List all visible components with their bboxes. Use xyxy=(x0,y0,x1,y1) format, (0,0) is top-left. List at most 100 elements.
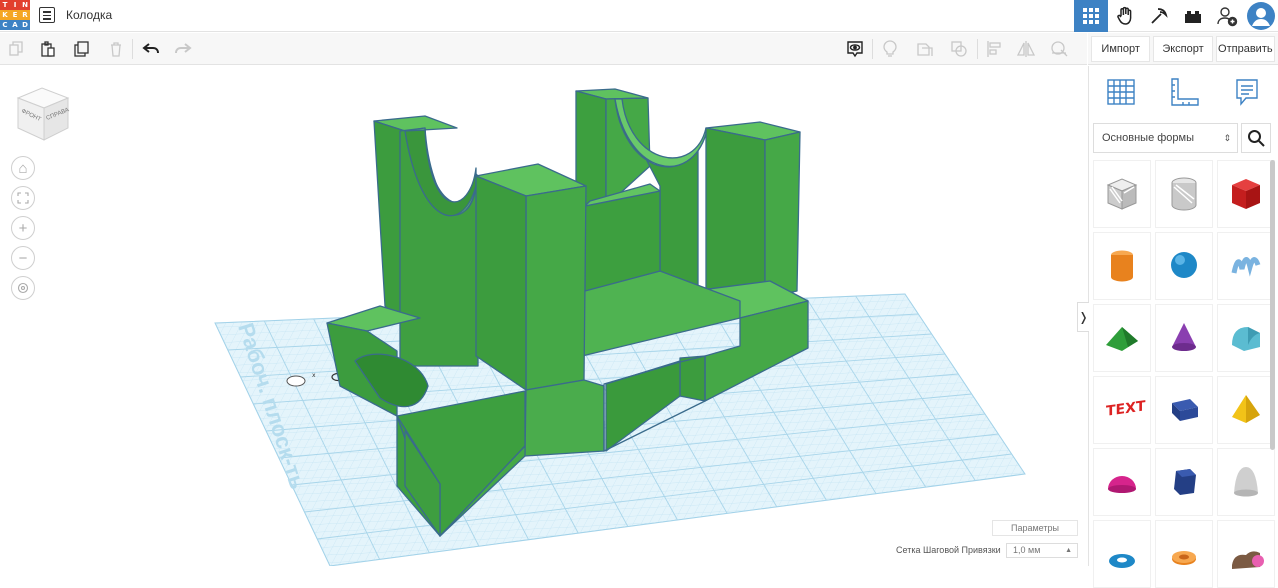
fit-view-icon[interactable] xyxy=(11,186,35,210)
logo-letter: K xyxy=(0,10,10,20)
toolbar-divider xyxy=(872,39,873,59)
roof-icon xyxy=(1106,327,1138,351)
parameters-button[interactable]: Параметры xyxy=(992,520,1078,536)
snap-marker-icon[interactable] xyxy=(286,375,306,387)
3d-viewport[interactable]: Рабоч. плоск-ть x ФРОНТ СПРАВА ⌂ + − Пар… xyxy=(0,66,1087,566)
logo-letter: R xyxy=(20,10,30,20)
undo-icon[interactable] xyxy=(139,37,163,61)
pyramid-icon xyxy=(1232,395,1260,423)
show-hide-icon[interactable] xyxy=(843,37,867,61)
shape-text[interactable]: TEXT xyxy=(1093,376,1151,444)
home-view-icon[interactable]: ⌂ xyxy=(11,156,35,180)
shape-tube[interactable] xyxy=(1155,520,1213,588)
tube-icon xyxy=(1172,551,1196,565)
delete-icon[interactable] xyxy=(104,37,128,61)
chevron-down-icon: ▲ xyxy=(1065,547,1072,554)
box-icon xyxy=(1232,179,1260,209)
chevron-updown-icon: ⇕ xyxy=(1223,133,1231,143)
shape-cylinder-hole[interactable] xyxy=(1155,160,1213,228)
round-roof-icon xyxy=(1232,327,1260,351)
export-button[interactable]: Экспорт xyxy=(1153,36,1213,62)
file-actions: Импорт Экспорт Отправить xyxy=(1088,33,1278,65)
box-hole-icon xyxy=(1106,178,1138,210)
shape-torus[interactable] xyxy=(1093,520,1151,588)
shape-generator-icon xyxy=(1232,551,1264,569)
ruler-icon[interactable] xyxy=(1152,66,1215,118)
shapes-panel: Основные формы ⇕ TEXT xyxy=(1088,66,1278,588)
sphere-icon xyxy=(1171,252,1197,278)
view-cube[interactable]: ФРОНТ СПРАВА xyxy=(10,82,74,146)
shape-box-hole[interactable] xyxy=(1093,160,1151,228)
edit-toolbar xyxy=(0,33,1087,65)
snap-grid-label: Сетка Шаговой Привязки xyxy=(896,545,1001,555)
workplane-scene[interactable]: Рабоч. плоск-ть x xyxy=(0,66,1087,566)
shape-cylinder[interactable] xyxy=(1093,232,1151,300)
shape-half-sphere[interactable] xyxy=(1093,448,1151,516)
toolbar-divider xyxy=(132,39,133,59)
shape-category-value: Основные формы xyxy=(1102,132,1195,144)
svg-text:TEXT: TEXT xyxy=(1106,398,1146,420)
logo-letter: I xyxy=(10,0,20,10)
grid-view-icon[interactable] xyxy=(1074,0,1108,32)
profile-avatar[interactable] xyxy=(1244,0,1278,32)
shape-sphere[interactable] xyxy=(1155,232,1213,300)
zoom-out-icon[interactable]: − xyxy=(11,246,35,270)
shape-pyramid[interactable] xyxy=(1217,376,1275,444)
align-icon[interactable] xyxy=(983,37,1007,61)
logo-letter: C xyxy=(0,20,10,30)
shape-box[interactable] xyxy=(1217,160,1275,228)
mirror-icon[interactable] xyxy=(1014,37,1038,61)
shape-shape-generator[interactable] xyxy=(1217,520,1275,588)
workplane-grid-icon[interactable] xyxy=(1089,66,1152,118)
import-button[interactable]: Импорт xyxy=(1091,36,1151,62)
design-list-icon[interactable] xyxy=(39,7,55,23)
redo-icon[interactable] xyxy=(171,37,195,61)
logo-letter: T xyxy=(0,0,10,10)
panel-collapse-handle[interactable]: ❭ xyxy=(1077,302,1089,332)
scribble-icon xyxy=(1231,257,1261,277)
ungroup-icon[interactable] xyxy=(947,37,971,61)
document-title[interactable]: Колодка xyxy=(66,8,112,22)
toolbar-divider xyxy=(977,39,978,59)
workplane-icon[interactable] xyxy=(1047,37,1071,61)
cylinder-icon xyxy=(1111,250,1133,282)
bricks-icon[interactable] xyxy=(1176,0,1210,32)
shape-round-roof[interactable] xyxy=(1217,304,1275,372)
shape-category-select[interactable]: Основные формы ⇕ xyxy=(1093,123,1238,153)
cylinder-hole-icon xyxy=(1171,177,1197,211)
duplicate-icon[interactable] xyxy=(70,37,94,61)
shape-paraboloid[interactable] xyxy=(1217,448,1275,516)
svg-text:x: x xyxy=(312,372,316,379)
add-user-icon[interactable] xyxy=(1210,0,1244,32)
paste-icon[interactable] xyxy=(36,37,60,61)
search-icon[interactable] xyxy=(1241,123,1271,153)
logo-letter: E xyxy=(10,10,20,20)
paraboloid-icon xyxy=(1234,467,1258,497)
torus-icon xyxy=(1109,554,1135,568)
zoom-in-icon[interactable]: + xyxy=(11,216,35,240)
logo-letter: A xyxy=(10,20,20,30)
light-icon[interactable] xyxy=(878,37,902,61)
shape-scribble[interactable] xyxy=(1217,232,1275,300)
shape-polygon[interactable] xyxy=(1155,448,1213,516)
shape-cone[interactable] xyxy=(1155,304,1213,372)
snap-grid-value: 1,0 мм xyxy=(1013,545,1041,555)
prism-icon xyxy=(1172,399,1198,421)
copy-icon[interactable] xyxy=(4,37,28,61)
logo-letter: D xyxy=(20,20,30,30)
perspective-icon[interactable] xyxy=(11,276,35,300)
shape-prism[interactable] xyxy=(1155,376,1213,444)
polygon-icon xyxy=(1174,469,1196,495)
tools-icon[interactable] xyxy=(1142,0,1176,32)
top-bar: TINKERCAD Колодка xyxy=(0,0,1278,32)
tinkercad-logo[interactable]: TINKERCAD xyxy=(0,0,31,31)
panel-scrollbar[interactable] xyxy=(1270,160,1275,450)
half-sphere-icon xyxy=(1108,476,1136,493)
hand-drag-icon[interactable] xyxy=(1108,0,1142,32)
shape-roof[interactable] xyxy=(1093,304,1151,372)
cone-icon xyxy=(1172,323,1196,351)
notes-icon[interactable] xyxy=(1216,66,1278,118)
group-icon[interactable] xyxy=(913,37,937,61)
send-to-button[interactable]: Отправить xyxy=(1215,36,1275,62)
snap-grid-select[interactable]: 1,0 мм ▲ xyxy=(1006,543,1078,558)
